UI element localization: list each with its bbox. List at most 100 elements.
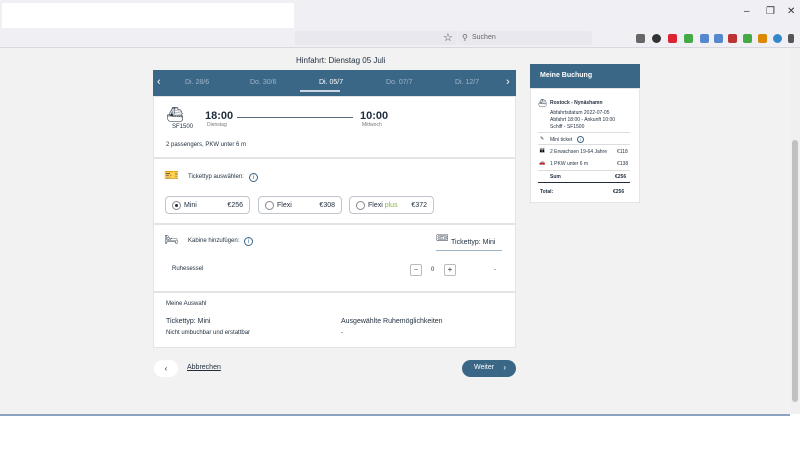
option-label-plus: plus [384,202,398,209]
booking-total-label: Total: [540,189,554,195]
radio-unselected[interactable] [265,201,274,210]
selection-title: Meine Auswahl [166,301,207,307]
divider [538,132,630,133]
option-price: €308 [319,202,335,209]
ticket-icon: ✎ [540,136,545,142]
bed-icon: 🛏 [164,234,178,246]
booking-times: Abfahrt 18:00 - Ankunft 10:00 [550,117,616,123]
extension-icon[interactable] [652,34,661,43]
car-icon: 🚗 [539,160,546,166]
divider [538,182,630,183]
divider [538,170,630,171]
search-placeholder: Suchen [472,34,496,41]
info-icon[interactable]: i [244,237,253,246]
ticket-type-card [153,158,516,224]
ticket-icon: 🎫 [164,168,179,182]
booking-title: Meine Buchung [530,64,640,88]
route-line [237,117,353,118]
selection-note: Nicht umbuchbar und erstattbar [166,330,251,336]
selection-ticket-type: Tickettyp: Mini [166,318,211,325]
extension-icon[interactable] [728,34,737,43]
date-tab[interactable]: Di. 28/6 [185,79,209,86]
date-tab[interactable]: Di. 12/7 [455,79,479,86]
info-icon[interactable]: i [577,136,584,143]
passengers-icon: 👪 [539,148,546,154]
booking-adults: 2 Erwachsen 19-64 Jahre [550,149,607,155]
booking-total-value: €256 [613,189,625,195]
back-button[interactable]: ‹ [154,360,178,377]
cancel-link[interactable]: Abbrechen [187,364,221,371]
increment-button[interactable]: + [444,264,456,276]
decrement-button[interactable]: − [410,264,422,276]
page-footer [0,414,790,450]
extension-icon[interactable] [700,34,709,43]
radio-selected[interactable] [172,201,181,210]
cabin-ticket-type: Tickettyp: Mini [451,239,496,246]
option-label: Flexi [277,202,292,209]
ticket-type-title: Tickettyp auswählen: [188,174,244,180]
info-icon[interactable]: i [249,173,258,182]
ship-icon: ⛴ [166,106,184,122]
cabin-card [153,224,516,292]
cabin-title: Kabine hinzufügen: [188,238,240,244]
cabin-item-label: Ruhesessel [172,266,204,272]
gear-icon[interactable] [773,34,782,43]
extension-icon[interactable] [684,34,693,43]
ticket-option-flexi-plus[interactable]: Flexi plus €372 [349,196,434,214]
bookmark-star-icon[interactable]: ☆ [443,31,453,44]
date-tab-active[interactable]: Di. 05/7 [319,79,343,86]
depart-day: Dienstag [207,122,227,128]
date-tab[interactable]: Do. 30/6 [250,79,276,86]
ship-name: SF1500 [172,124,194,130]
ticket-type-underline [436,250,502,251]
selection-rest-value: - [341,330,343,336]
option-label: Mini [184,202,197,209]
ticket-option-mini[interactable]: Mini €256 [165,196,250,214]
date-tab[interactable]: Do. 07/7 [386,79,412,86]
extension-icon[interactable] [714,34,723,43]
booking-route: Rostock - Nynäshamn [550,100,603,106]
option-label-main: Flexi [368,202,383,209]
selection-rest-title: Ausgewählte Ruhemöglichkeiten [341,318,443,325]
booking-car-price: €138 [617,161,629,167]
search-icon: ⚲ [462,33,468,42]
radio-unselected[interactable] [356,201,365,210]
booking-ship: Schiff - SF1500 [550,124,585,130]
next-date-arrow-icon[interactable]: › [506,76,510,88]
option-price: €372 [411,202,427,209]
quantity-value: 0 [431,267,435,273]
prev-date-arrow-icon[interactable]: ‹ [157,76,161,88]
active-date-indicator [300,90,340,92]
pocket-icon[interactable] [636,34,645,43]
extension-icon[interactable] [668,34,677,43]
cabin-item-value: - [494,267,496,273]
arrive-time: 10:00 [360,110,389,122]
booking-sum-value: €256 [615,174,627,180]
booking-ticket: Mini ticket [550,137,573,143]
booking-car: 1 PKW unter 6 m [550,161,589,167]
ticket-icon: 🎟 [436,233,449,244]
close-window-button[interactable]: ✕ [787,6,795,17]
divider [538,144,630,145]
menu-icon[interactable] [788,34,794,43]
browser-search-input[interactable]: ⚲ Suchen [458,31,592,45]
ship-icon: ⛴ [538,100,547,107]
next-button[interactable]: Weiter › [462,360,516,377]
chevron-right-icon: › [503,363,506,372]
shield-icon[interactable] [743,34,752,43]
minimize-button[interactable]: – [744,6,750,17]
arrive-day: Mittwoch [362,122,382,128]
scrollbar-thumb[interactable] [792,140,798,402]
page-title: Hinfahrt: Dienstag 05 Juli [296,56,386,65]
next-label: Weiter [474,364,495,371]
option-price: €256 [227,202,243,209]
booking-adults-price: €118 [617,149,628,155]
option-label: Flexi plus [368,202,398,209]
booking-depart-date: Abfahrtsdatum 2022-07-05 [550,110,610,116]
booking-sum-label: Sum [550,174,561,180]
ticket-option-flexi[interactable]: Flexi €308 [258,196,342,214]
extension-icon[interactable] [758,34,767,43]
maximize-button[interactable]: ❐ [766,6,775,17]
passenger-summary: 2 passengers, PKW unter 6 m [166,142,247,148]
url-bar[interactable] [295,31,457,45]
